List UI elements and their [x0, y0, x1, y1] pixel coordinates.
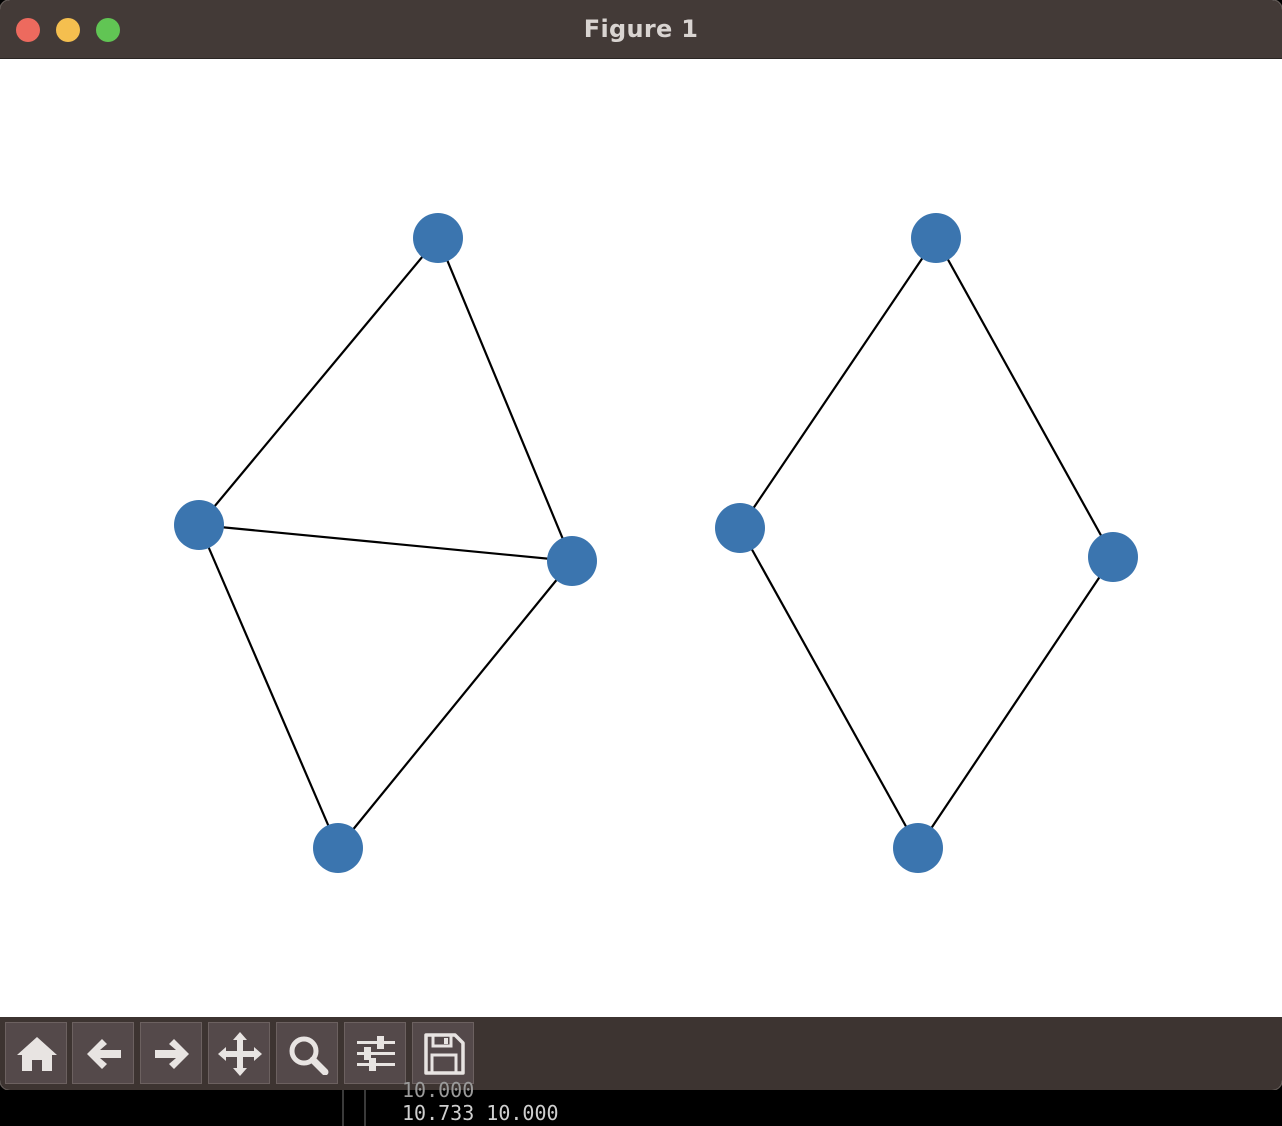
title-bar[interactable]: Figure 1	[0, 0, 1282, 59]
terminal-previous-line: 10.000	[402, 1078, 475, 1102]
graph-edge	[198, 237, 439, 526]
terminal-gutter-divider	[364, 1090, 366, 1126]
pan-move-icon	[218, 1032, 262, 1076]
graph-node	[547, 536, 597, 586]
graph-node	[413, 213, 463, 263]
nodes-layer	[174, 213, 1138, 873]
graph-edge	[198, 523, 573, 563]
pan-button[interactable]	[208, 1022, 270, 1084]
graph-edge	[197, 524, 340, 849]
save-button[interactable]	[412, 1022, 474, 1084]
graph-edge	[337, 560, 573, 849]
graph-edge	[436, 237, 574, 562]
terminal-current-line: 10.733 10.000	[402, 1101, 559, 1125]
back-arrow-icon	[87, 1039, 121, 1069]
graph-node	[893, 823, 943, 873]
figure-canvas[interactable]	[0, 59, 1282, 1017]
graph-node	[715, 503, 765, 553]
graph-edge	[739, 527, 919, 849]
back-button[interactable]	[72, 1022, 134, 1084]
graph-edge	[917, 556, 1114, 849]
home-button[interactable]	[5, 1022, 67, 1084]
home-icon	[17, 1037, 57, 1071]
graph-node	[313, 823, 363, 873]
graph-node	[174, 500, 224, 550]
zoom-button[interactable]	[276, 1022, 338, 1084]
graph-node	[911, 213, 961, 263]
graph-node	[1088, 532, 1138, 582]
subplots-sliders-icon	[357, 1036, 395, 1071]
graph-edge	[739, 237, 937, 529]
forward-arrow-icon	[155, 1039, 189, 1069]
save-floppy-icon	[424, 1033, 465, 1075]
configure-subplots-button[interactable]	[344, 1022, 406, 1084]
window-title: Figure 1	[583, 15, 699, 43]
navigation-toolbar	[0, 1017, 1282, 1090]
terminal-background: 10.000 10.733 10.000	[0, 1078, 1282, 1126]
network-graph-plot	[174, 213, 1138, 873]
terminal-pane-divider	[342, 1090, 344, 1126]
forward-button[interactable]	[140, 1022, 202, 1084]
edges-layer	[197, 237, 1114, 849]
zoom-magnifier-icon	[289, 1036, 329, 1075]
figure-window: Figure 1	[0, 0, 1282, 1090]
graph-edge	[935, 237, 1114, 558]
